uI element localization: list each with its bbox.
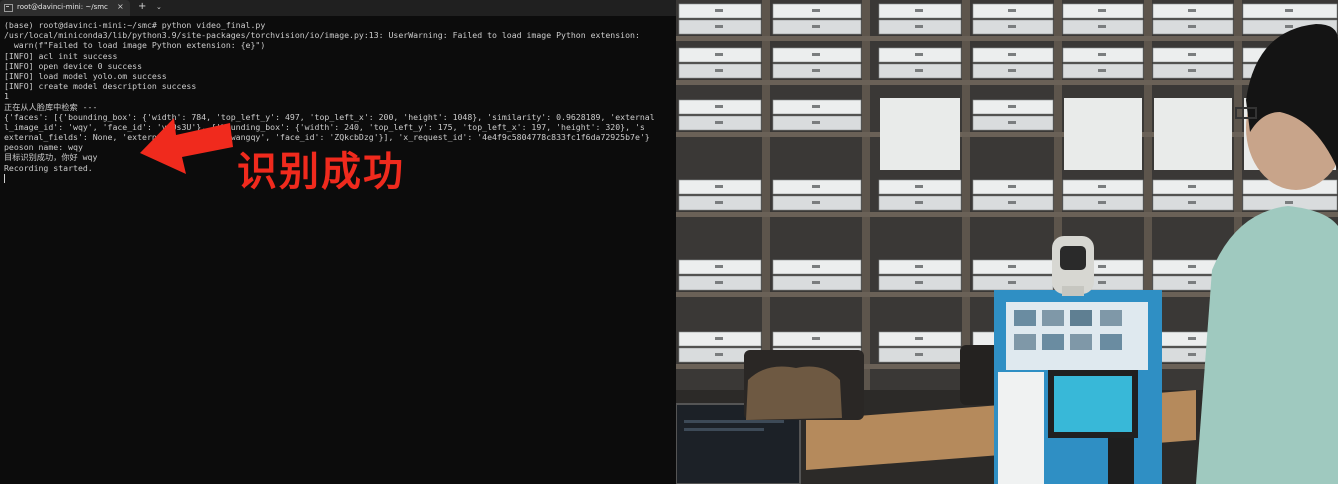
terminal-icon bbox=[4, 4, 13, 12]
terminal-line: l_image_id': 'wqy', 'face_id': 'vmOs3U'}… bbox=[4, 121, 645, 132]
terminal-line: 1 bbox=[4, 91, 9, 102]
camera-scene bbox=[676, 0, 1338, 484]
tab-title: root@davinci-mini: ~/smc bbox=[17, 3, 108, 11]
terminal-line: warn(f"Failed to load image Python exten… bbox=[4, 40, 266, 51]
terminal-line: [INFO] create model description success bbox=[4, 81, 197, 92]
camera-feed bbox=[676, 0, 1338, 484]
terminal-line: (base) root@davinci-mini:~/smc# python v… bbox=[4, 20, 266, 30]
terminal-line: [INFO] open device 0 success bbox=[4, 60, 143, 71]
terminal-cursor bbox=[4, 173, 5, 183]
chevron-down-icon[interactable]: ⌄ bbox=[156, 3, 162, 12]
terminal-tab-bar: root@davinci-mini: ~/smc × + ⌄ bbox=[0, 0, 676, 16]
terminal-line: external_fields': None, 'external_image_… bbox=[4, 132, 650, 143]
terminal-tab[interactable]: root@davinci-mini: ~/smc × bbox=[0, 0, 130, 16]
terminal-line: [INFO] acl init success bbox=[4, 50, 118, 61]
terminal-window[interactable]: root@davinci-mini: ~/smc × + ⌄ (base) ro… bbox=[0, 0, 676, 484]
terminal-line: /usr/local/miniconda3/lib/python3.9/site… bbox=[4, 30, 640, 41]
terminal-line: {'faces': [{'bounding_box': {'width': 78… bbox=[4, 111, 655, 122]
terminal-line: 正在从人脸库中检索 --- bbox=[4, 101, 98, 112]
recognition-success-caption: 识别成功 bbox=[237, 149, 405, 195]
new-tab-icon[interactable]: + bbox=[138, 1, 146, 13]
terminal-line: [INFO] load model yolo.om success bbox=[4, 70, 167, 81]
close-tab-icon[interactable]: × bbox=[117, 2, 124, 12]
red-arrow-icon bbox=[140, 118, 233, 174]
terminal-output[interactable]: (base) root@davinci-mini:~/smc# python v… bbox=[4, 20, 676, 480]
